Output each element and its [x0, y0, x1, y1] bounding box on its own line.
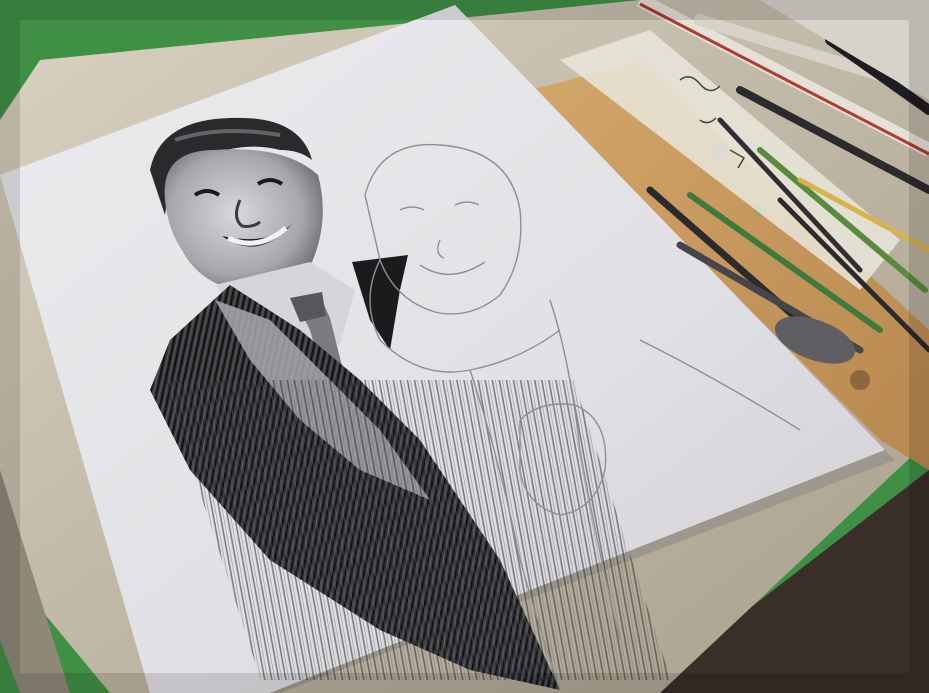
drawing-scene [0, 0, 929, 693]
paint-spot [850, 370, 870, 390]
